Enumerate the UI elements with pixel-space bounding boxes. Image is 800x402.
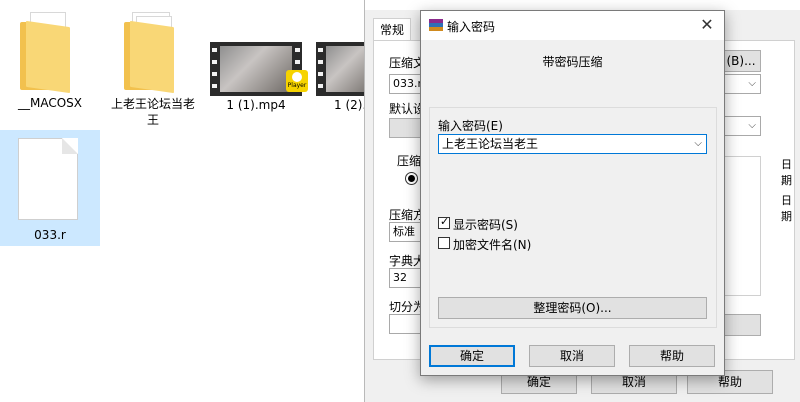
desktop-item-folder-laowang[interactable]: 上老王论坛当老王 bbox=[110, 8, 196, 128]
browse-button[interactable]: (B)... bbox=[721, 50, 761, 72]
file-name: __MACOSX bbox=[17, 96, 82, 110]
desktop-item-video-2[interactable]: 1 (2). bbox=[312, 8, 364, 118]
dialog-heading: 带密码压缩 bbox=[542, 55, 603, 69]
winrar-icon bbox=[429, 19, 443, 32]
file-name: 033.r bbox=[34, 228, 66, 242]
close-icon[interactable]: ✕ bbox=[696, 14, 718, 36]
colon-text: : bbox=[781, 174, 785, 187]
dialog-title: 输入密码 bbox=[447, 20, 496, 34]
folder-icon bbox=[124, 12, 180, 94]
chevron-down-icon: ⌵ bbox=[748, 120, 756, 131]
password-value: 上老王论坛当老王 bbox=[442, 137, 539, 151]
password-dialog: 输入密码 ✕ 带密码压缩 输入密码(E) 上老王论坛当老王 ⌵ ✓ 显示密码(S… bbox=[420, 10, 725, 376]
video-thumbnail-icon bbox=[316, 42, 364, 96]
chevron-down-icon[interactable]: ⌵ bbox=[694, 135, 702, 153]
radio-button[interactable] bbox=[405, 172, 418, 185]
show-password-checkbox[interactable]: ✓ bbox=[438, 215, 450, 229]
chevron-down-icon: ⌵ bbox=[748, 78, 756, 89]
show-password-label[interactable]: 显示密码(S) bbox=[453, 216, 518, 233]
archive-combo-right[interactable]: ⌵ bbox=[721, 74, 761, 94]
file-icon bbox=[18, 138, 78, 220]
password-input[interactable]: 上老王论坛当老王 ⌵ bbox=[438, 134, 707, 154]
update-mode-combo[interactable]: ⌵ bbox=[721, 116, 761, 136]
desktop-item-macosx[interactable]: __MACOSX bbox=[12, 8, 88, 118]
player-badge-icon: Player bbox=[286, 70, 308, 92]
video-thumbnail-icon: Player bbox=[210, 42, 308, 96]
ok-button[interactable]: 确定 bbox=[429, 345, 515, 367]
desktop-item-033r[interactable]: 033.r bbox=[0, 130, 100, 246]
compress-group-label: 压缩 bbox=[397, 154, 422, 168]
file-name: 1 (2). bbox=[334, 98, 364, 112]
set-button[interactable] bbox=[721, 314, 761, 336]
window-titlebar bbox=[365, 0, 800, 10]
organize-passwords-button[interactable]: 整理密码(O)... bbox=[438, 297, 707, 319]
file-name: 1 (1).mp4 bbox=[226, 98, 286, 112]
encrypt-names-label[interactable]: 加密文件名(N) bbox=[453, 236, 531, 253]
checkmark-icon: ✓ bbox=[440, 215, 450, 228]
help-button[interactable]: 帮助 bbox=[629, 345, 715, 367]
date-text: 日期 bbox=[781, 194, 792, 223]
folder-icon bbox=[20, 12, 76, 94]
file-name: 上老王论坛当老王 bbox=[110, 97, 195, 127]
dialog-titlebar: 输入密码 ✕ bbox=[421, 11, 724, 40]
password-label: 输入密码(E) bbox=[438, 119, 503, 133]
right-panel-box bbox=[721, 156, 761, 296]
dialog-header: 带密码压缩 bbox=[421, 40, 724, 106]
desktop-item-video-1[interactable]: Player 1 (1).mp4 bbox=[208, 8, 308, 118]
tab-general[interactable]: 常规 bbox=[373, 18, 412, 41]
encrypt-names-checkbox[interactable] bbox=[438, 237, 450, 249]
cancel-button[interactable]: 取消 bbox=[529, 345, 615, 367]
